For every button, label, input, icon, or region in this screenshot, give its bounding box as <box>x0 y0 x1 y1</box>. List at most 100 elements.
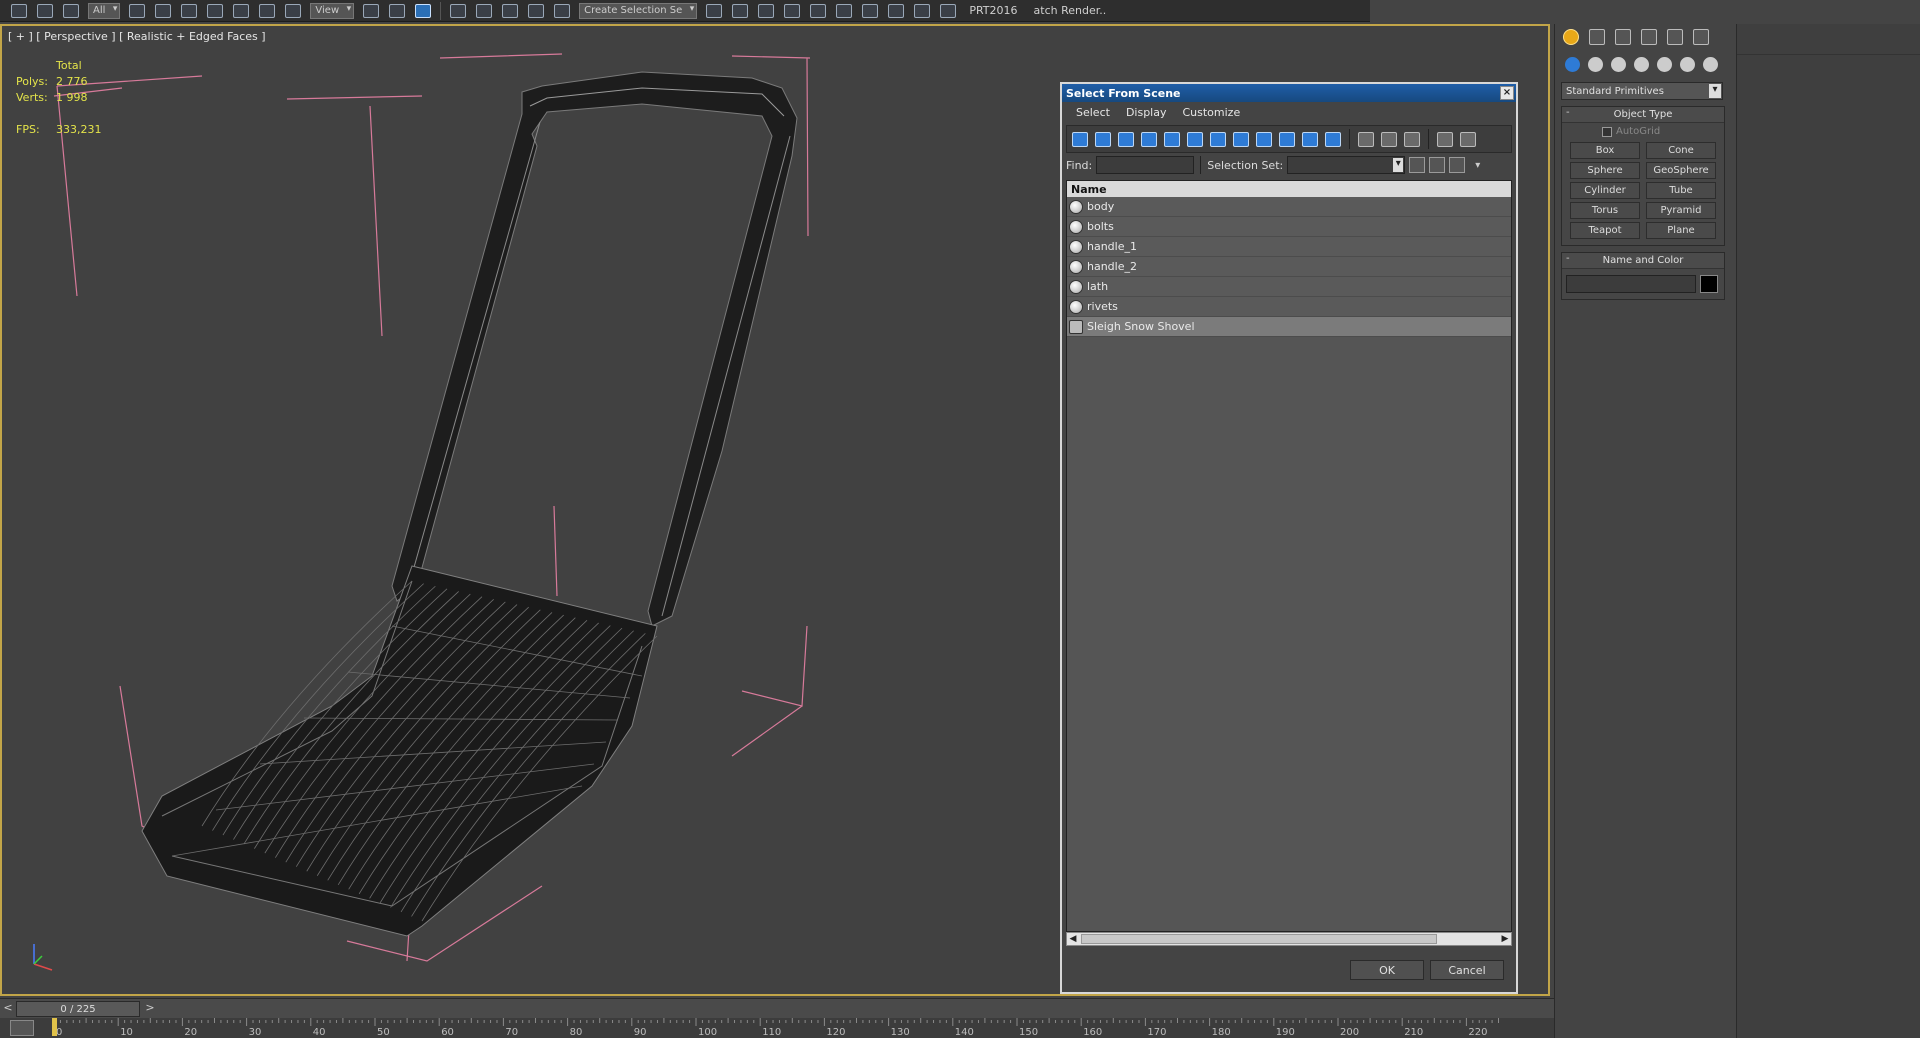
cancel-button[interactable]: Cancel <box>1430 960 1504 980</box>
display-cameras-icon[interactable] <box>1138 129 1160 149</box>
horizontal-scrollbar[interactable]: ◀ ▶ <box>1066 932 1512 946</box>
list-item[interactable]: bolts <box>1067 217 1511 237</box>
checkbox-icon[interactable] <box>1602 126 1612 137</box>
display-bones-icon[interactable] <box>1253 129 1275 149</box>
batch-render-button[interactable]: atch Render.. <box>1026 0 1115 22</box>
angle-snap-icon[interactable] <box>471 0 497 22</box>
list-item[interactable]: handle_1 <box>1067 237 1511 257</box>
add-to-selection-set-icon[interactable] <box>1429 157 1446 173</box>
cameras-category-icon[interactable] <box>1630 53 1652 75</box>
create-selection-set-icon[interactable] <box>1409 157 1426 173</box>
previous-frame-button[interactable]: < <box>0 999 16 1019</box>
display-containers-icon[interactable] <box>1276 129 1298 149</box>
align-icon[interactable] <box>727 0 753 22</box>
graphite-ribbon-icon[interactable] <box>779 0 805 22</box>
render-production-icon[interactable] <box>935 0 961 22</box>
bind-space-warp-icon[interactable] <box>58 0 84 22</box>
named-selection-set-dropdown[interactable]: Create Selection Se <box>579 2 698 19</box>
window-crossing-icon[interactable] <box>202 0 228 22</box>
unlink-icon[interactable] <box>32 0 58 22</box>
autogrid-checkbox[interactable]: AutoGrid <box>1602 126 1724 137</box>
display-lights-icon[interactable] <box>1115 129 1137 149</box>
create-tab-icon[interactable] <box>1559 26 1583 48</box>
scroll-left-arrow-icon[interactable]: ◀ <box>1067 933 1079 945</box>
display-space-warps-icon[interactable] <box>1184 129 1206 149</box>
object-type-header[interactable]: - Object Type <box>1562 107 1724 123</box>
display-helpers-icon[interactable] <box>1161 129 1183 149</box>
helpers-category-icon[interactable] <box>1653 53 1675 75</box>
geosphere-button[interactable]: GeoSphere <box>1646 162 1716 179</box>
name-and-color-header[interactable]: - Name and Color <box>1562 253 1724 269</box>
keyboard-shortcut-toggle-icon[interactable] <box>410 0 436 22</box>
column-header-name[interactable]: Name <box>1067 181 1511 197</box>
shapes-category-icon[interactable] <box>1584 53 1606 75</box>
selection-set-dropdown[interactable] <box>1287 156 1406 174</box>
display-hidden-icon[interactable] <box>1322 129 1344 149</box>
menu-display[interactable]: Display <box>1126 106 1167 119</box>
list-item[interactable]: handle_2 <box>1067 257 1511 277</box>
select-object-icon[interactable] <box>124 0 150 22</box>
list-item[interactable]: body <box>1067 197 1511 217</box>
pivot-center-icon[interactable] <box>358 0 384 22</box>
percent-snap-icon[interactable] <box>497 0 523 22</box>
mirror-icon[interactable] <box>701 0 727 22</box>
display-none-icon[interactable] <box>1378 129 1400 149</box>
material-editor-icon[interactable] <box>857 0 883 22</box>
collapse-icon[interactable]: - <box>1566 107 1570 118</box>
cylinder-button[interactable]: Cylinder <box>1570 182 1640 199</box>
space-warps-category-icon[interactable] <box>1676 53 1698 75</box>
primitive-type-dropdown[interactable]: Standard Primitives <box>1561 82 1723 100</box>
object-name-input[interactable] <box>1566 275 1696 293</box>
utilities-tab-icon[interactable] <box>1689 26 1713 48</box>
display-frozen-icon[interactable] <box>1299 129 1321 149</box>
layer-manager-icon[interactable] <box>753 0 779 22</box>
select-manipulate-icon[interactable] <box>384 0 410 22</box>
rect-selection-icon[interactable] <box>176 0 202 22</box>
hierarchy-filter-icon[interactable] <box>1457 129 1479 149</box>
systems-category-icon[interactable] <box>1699 53 1721 75</box>
next-frame-button[interactable]: > <box>142 999 158 1019</box>
move-icon[interactable] <box>228 0 254 22</box>
more-options-chevron-icon[interactable]: ▾ <box>1475 160 1480 171</box>
display-geometry-icon[interactable] <box>1069 129 1091 149</box>
display-xrefs-icon[interactable] <box>1230 129 1252 149</box>
torus-button[interactable]: Torus <box>1570 202 1640 219</box>
perspective-viewport[interactable]: [ + ] [ Perspective ] [ Realistic + Edge… <box>0 24 1550 996</box>
schematic-view-icon[interactable] <box>831 0 857 22</box>
modify-tab-icon[interactable] <box>1585 26 1609 48</box>
collapse-icon[interactable]: - <box>1566 253 1570 264</box>
box-button[interactable]: Box <box>1570 142 1640 159</box>
plane-button[interactable]: Plane <box>1646 222 1716 239</box>
rendered-frame-icon[interactable] <box>909 0 935 22</box>
display-tab-icon[interactable] <box>1663 26 1687 48</box>
current-frame-marker[interactable] <box>52 1018 57 1036</box>
hierarchy-tab-icon[interactable] <box>1611 26 1635 48</box>
snaps-toggle-icon[interactable] <box>445 0 471 22</box>
ok-button[interactable]: OK <box>1350 960 1424 980</box>
geometry-category-icon[interactable] <box>1561 53 1583 75</box>
motion-tab-icon[interactable] <box>1637 26 1661 48</box>
close-icon[interactable]: × <box>1500 86 1514 100</box>
invert-display-icon[interactable] <box>1401 129 1423 149</box>
scale-icon[interactable] <box>280 0 306 22</box>
pyramid-button[interactable]: Pyramid <box>1646 202 1716 219</box>
menu-select[interactable]: Select <box>1076 106 1110 119</box>
remove-from-selection-set-icon[interactable] <box>1449 157 1466 173</box>
link-icon[interactable] <box>6 0 32 22</box>
spinner-snap-icon[interactable] <box>523 0 549 22</box>
object-color-swatch[interactable] <box>1700 275 1718 293</box>
reference-coord-dropdown[interactable]: View <box>310 2 355 19</box>
tube-button[interactable]: Tube <box>1646 182 1716 199</box>
render-setup-icon[interactable] <box>883 0 909 22</box>
dialog-title-bar[interactable]: Select From Scene × <box>1062 84 1516 102</box>
cone-button[interactable]: Cone <box>1646 142 1716 159</box>
lights-category-icon[interactable] <box>1607 53 1629 75</box>
prt-button[interactable]: PRT2016 <box>961 0 1025 22</box>
selection-filter-dropdown[interactable]: All <box>88 2 121 19</box>
edit-named-selection-icon[interactable] <box>549 0 575 22</box>
time-slider[interactable]: 0 / 225 <box>16 1001 140 1017</box>
rotate-icon[interactable] <box>254 0 280 22</box>
list-item-selected[interactable]: Sleigh Snow Shovel <box>1067 317 1511 337</box>
sphere-button[interactable]: Sphere <box>1570 162 1640 179</box>
filter-icon[interactable] <box>1434 129 1456 149</box>
